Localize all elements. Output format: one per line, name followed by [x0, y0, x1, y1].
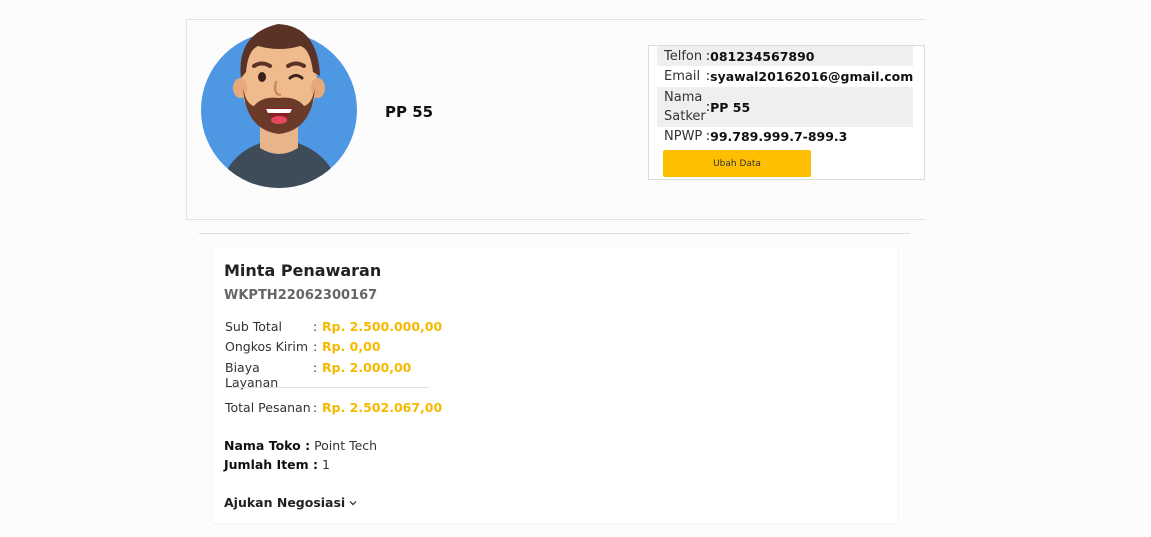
order-card: Minta Penawaran WKPTH22062300167 Sub Tot… [213, 247, 897, 523]
profile-info-table: Telfon : 081234567890 Email : syawal2016… [657, 46, 914, 146]
info-row-satker: Nama Satker : PP 55 [657, 87, 914, 127]
info-label: Email [664, 69, 701, 84]
cost-colon: : [313, 319, 318, 334]
cost-row-service-fee: Biaya Layanan : Rp. 2.000,00 [225, 360, 411, 390]
item-count-row: Jumlah Item : 1 [224, 457, 330, 472]
negotiate-toggle[interactable]: Ajukan Negosiasi [224, 495, 357, 510]
info-row-email: Email : syawal20162016@gmail.com [657, 66, 913, 87]
order-title: Minta Penawaran [224, 261, 382, 280]
cost-divider [225, 387, 429, 388]
cost-row-total: Total Pesanan : Rp. 2.502.067,00 [225, 400, 442, 415]
edit-profile-button[interactable]: Ubah Data [663, 150, 811, 177]
cost-label: Total Pesanan [225, 400, 311, 415]
info-label: Nama Satker [657, 87, 706, 127]
info-value: PP 55 [710, 87, 914, 127]
item-count-label: Jumlah Item : [224, 457, 319, 472]
store-name-value: Point Tech [314, 438, 378, 453]
cost-value: Rp. 0,00 [322, 339, 381, 354]
order-code: WKPTH22062300167 [224, 288, 378, 303]
cost-row-shipping: Ongkos Kirim : Rp. 0,00 [225, 339, 381, 354]
info-row-phone: Telfon : 081234567890 [657, 46, 914, 66]
cost-colon: : [313, 339, 318, 354]
info-value: syawal20162016@gmail.com [710, 69, 914, 84]
cost-value: Rp. 2.502.067,00 [322, 400, 443, 415]
section-divider [199, 233, 910, 234]
cost-value: Rp. 2.000,00 [322, 360, 412, 375]
item-count-value: 1 [322, 457, 330, 472]
store-name-label: Nama Toko : [224, 438, 311, 453]
cost-row-subtotal: Sub Total : Rp. 2.500.000,00 [225, 319, 442, 334]
cost-colon: : [313, 400, 318, 415]
negotiate-label: Ajukan Negosiasi [224, 495, 346, 510]
cost-label: Biaya Layanan [225, 360, 279, 390]
cost-colon: : [313, 360, 318, 375]
info-row-npwp: NPWP : 99.789.999.7-899.3 [657, 127, 913, 146]
chevron-down-icon [349, 500, 357, 505]
info-label: NPWP [664, 129, 703, 144]
cost-value: Rp. 2.500.000,00 [322, 319, 443, 334]
user-avatar [201, 24, 357, 188]
info-label: Telfon [657, 46, 706, 66]
user-name: PP 55 [385, 103, 434, 121]
store-name-row: Nama Toko : Point Tech [224, 438, 377, 453]
cost-label: Ongkos Kirim [225, 339, 309, 354]
cost-label: Sub Total [225, 319, 282, 334]
info-value: 99.789.999.7-899.3 [710, 129, 848, 144]
info-value: 081234567890 [710, 46, 914, 66]
profile-info-box: Telfon : 081234567890 Email : syawal2016… [648, 45, 925, 180]
profile-card: PP 55 Telfon : 081234567890 Email : syaw… [186, 19, 925, 220]
